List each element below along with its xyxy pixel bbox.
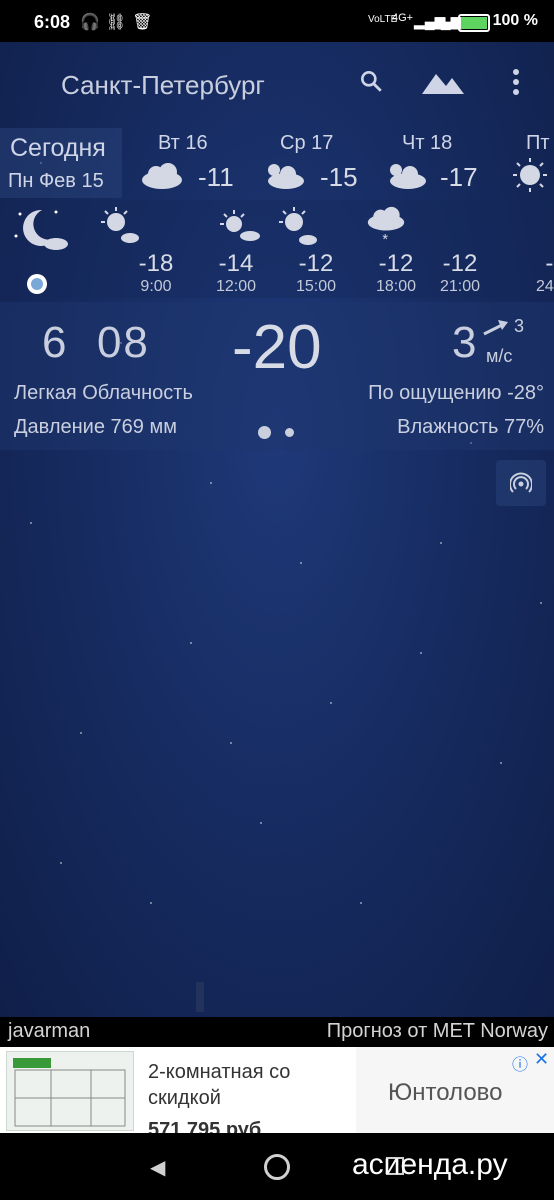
status-left-icons: 🎧⛓🗑: [80, 12, 159, 32]
current-conditions-card[interactable]: 6 08 -20 3 3 м/с Легкая Облачность По ощ…: [0, 302, 554, 450]
day-fri[interactable]: Пт: [510, 128, 554, 198]
broadcast-icon: [509, 472, 533, 493]
svg-text:*: *: [382, 232, 388, 246]
search-icon[interactable]: [358, 68, 384, 101]
network-type: 4G+: [392, 12, 414, 24]
photo-credit[interactable]: javarman: [8, 1020, 90, 1043]
status-bar: 6:08 🎧⛓🗑 VoLTE 4G+ ▂▄▆ ▂▄▆ 100 %: [0, 0, 554, 42]
landscape-icon[interactable]: [422, 68, 464, 101]
partly-cloudy-icon: [268, 164, 304, 189]
page-dot-active: [258, 426, 271, 439]
ad-brand: Юнтолово: [388, 1079, 503, 1106]
condition-text: Легкая Облачность: [14, 382, 193, 404]
more-vert-icon[interactable]: [512, 68, 520, 103]
ad-floorplan-image: [6, 1051, 134, 1131]
nav-back-icon[interactable]: ◀: [150, 1155, 165, 1180]
hour-temp: -9: [545, 250, 554, 277]
floorplan-drawing: [14, 1069, 126, 1127]
pressure-text: Давление 769 мм: [14, 416, 177, 438]
day-temp: -15: [320, 162, 358, 192]
sun-icon: [513, 158, 547, 192]
ad-banner[interactable]: 2-комнатная со скидкой 571 795 руб Юнтол…: [0, 1047, 554, 1133]
footer-credits: javarman Прогноз от MET Norway: [0, 1017, 554, 1047]
ad-price: 571 795 руб: [148, 1119, 262, 1133]
day-name: Пт: [526, 132, 550, 154]
wind-direction-icon: [482, 318, 510, 344]
headphones-icon: 🎧: [80, 14, 106, 31]
battery-icon: [458, 14, 490, 32]
cathedral-silhouette: [196, 982, 204, 1012]
day-temp: -11: [198, 162, 234, 192]
day-tue[interactable]: Вт 16 -11: [140, 128, 280, 198]
day-thu[interactable]: Чт 18 -17: [384, 128, 524, 198]
day-name: Вт 16: [158, 132, 208, 154]
forecast-source[interactable]: Прогноз от MET Norway: [327, 1020, 548, 1043]
hour-time: 24:00: [535, 278, 554, 295]
partly-cloudy-icon: [390, 164, 426, 189]
page-dot: [285, 428, 294, 437]
today-date: Пн Фев 15: [8, 170, 104, 192]
sun-cloud-icon: [101, 207, 139, 243]
wind-speed: 3: [452, 318, 477, 367]
today-card[interactable]: Сегодня Пн Фев 15: [0, 128, 122, 198]
sun-cloud-icon: [220, 210, 260, 241]
day-name: Ср 17: [280, 132, 334, 154]
toolbar: Санкт-Петербург: [0, 50, 554, 116]
status-time: 6:08: [34, 12, 71, 32]
current-temperature: -20: [232, 313, 322, 382]
feels-like-text: По ощущению -28°: [368, 382, 544, 404]
city-name[interactable]: Санкт-Петербург: [61, 70, 265, 101]
ad-close-icon[interactable]: ✕: [534, 1049, 549, 1070]
wind-unit: м/с: [486, 346, 513, 366]
ad-info-icon[interactable]: ⓘ: [512, 1051, 528, 1075]
current-time: 6 08: [42, 318, 150, 367]
daily-forecast-row: Сегодня Пн Фев 15 Вт 16 -11 Ср 17 -15 Чт…: [0, 128, 554, 198]
hour-21: * -12 21:00: [367, 200, 480, 298]
hour-9: -18 9:00: [76, 200, 173, 298]
radar-button[interactable]: [496, 460, 546, 506]
moon-cloud-icon: [14, 209, 68, 250]
snow-cloud-icon: *: [367, 206, 405, 246]
link-icon: ⛓: [105, 14, 133, 31]
humidity-text: Влажность 77%: [397, 416, 544, 438]
day-wed[interactable]: Ср 17 -15: [262, 128, 402, 198]
hourly-forecast: -18 9:00 -14 12:00 -12 15:00 -12 18:00 *…: [0, 200, 554, 298]
day-temp: -17: [440, 162, 478, 192]
watermark-text: асиенда.ру: [352, 1148, 508, 1181]
hour-24: -9 24:00: [476, 200, 554, 298]
hour-15: -12 15:00: [220, 200, 336, 298]
wind-speed-small: 3: [514, 316, 525, 336]
today-title: Сегодня: [10, 134, 106, 162]
trash-icon: 🗑: [132, 14, 159, 31]
ad-headline: 2-комнатная со скидкой: [148, 1061, 291, 1109]
current-hour-indicator: [27, 274, 47, 294]
day-name: Чт 18: [402, 132, 453, 154]
battery-percent: 100 %: [492, 12, 538, 29]
cloudy-icon: [142, 163, 182, 189]
signal2-icon: ▂▄▆: [430, 13, 462, 29]
nav-home-icon[interactable]: [264, 1154, 290, 1180]
